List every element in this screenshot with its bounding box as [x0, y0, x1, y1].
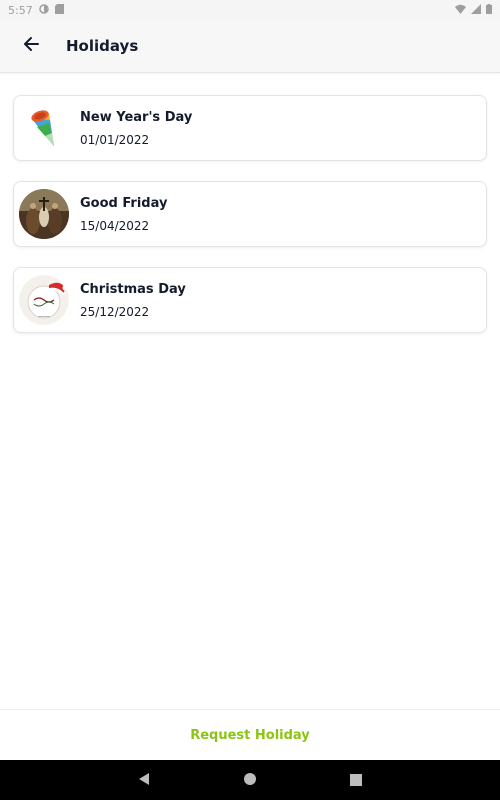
square-recents-icon — [350, 771, 362, 790]
nav-recents-button[interactable] — [336, 760, 376, 800]
holiday-text: New Year's Day 01/01/2022 — [80, 110, 192, 147]
status-time: 5:57 — [8, 3, 33, 17]
holiday-card-good-friday[interactable]: Good Friday 15/04/2022 — [13, 181, 487, 247]
notification-icon — [38, 3, 49, 17]
holiday-card-new-years-day[interactable]: New Year's Day 01/01/2022 — [13, 95, 487, 161]
holiday-card-christmas-day[interactable]: Christmas Day 25/12/2022 — [13, 267, 487, 333]
page-title: Holidays — [66, 37, 139, 55]
holiday-date: 01/01/2022 — [80, 132, 150, 147]
status-right — [455, 3, 492, 17]
nav-home-button[interactable] — [230, 760, 270, 800]
triangle-back-icon — [137, 771, 151, 790]
system-nav-bar — [0, 760, 500, 800]
wifi-icon — [455, 4, 466, 17]
arrow-left-icon — [22, 35, 40, 57]
christmas-card-thumbnail — [19, 275, 69, 325]
back-button[interactable] — [11, 26, 51, 66]
holiday-name: New Year's Day — [80, 109, 193, 125]
painting-thumbnail — [19, 189, 69, 239]
status-left: 5:57 — [8, 3, 64, 17]
party-popper-icon — [19, 103, 69, 153]
holiday-text: Christmas Day 25/12/2022 — [80, 282, 186, 319]
app-bar: Holidays — [0, 20, 500, 73]
holiday-text: Good Friday 15/04/2022 — [80, 196, 167, 233]
holiday-name: Good Friday — [80, 195, 168, 211]
request-holiday-button[interactable]: Request Holiday — [190, 728, 310, 743]
holiday-list: New Year's Day 01/01/2022 Good Friday 15… — [13, 95, 487, 353]
holiday-name: Christmas Day — [80, 281, 186, 297]
circle-home-icon — [243, 771, 257, 790]
signal-icon — [471, 3, 481, 17]
sd-card-icon — [54, 3, 64, 17]
bottom-action-bar: Request Holiday — [0, 709, 500, 760]
status-bar: 5:57 — [0, 0, 500, 20]
holiday-date: 25/12/2022 — [80, 304, 150, 319]
holiday-date: 15/04/2022 — [80, 218, 150, 233]
battery-icon — [486, 3, 492, 17]
nav-back-button[interactable] — [124, 760, 164, 800]
